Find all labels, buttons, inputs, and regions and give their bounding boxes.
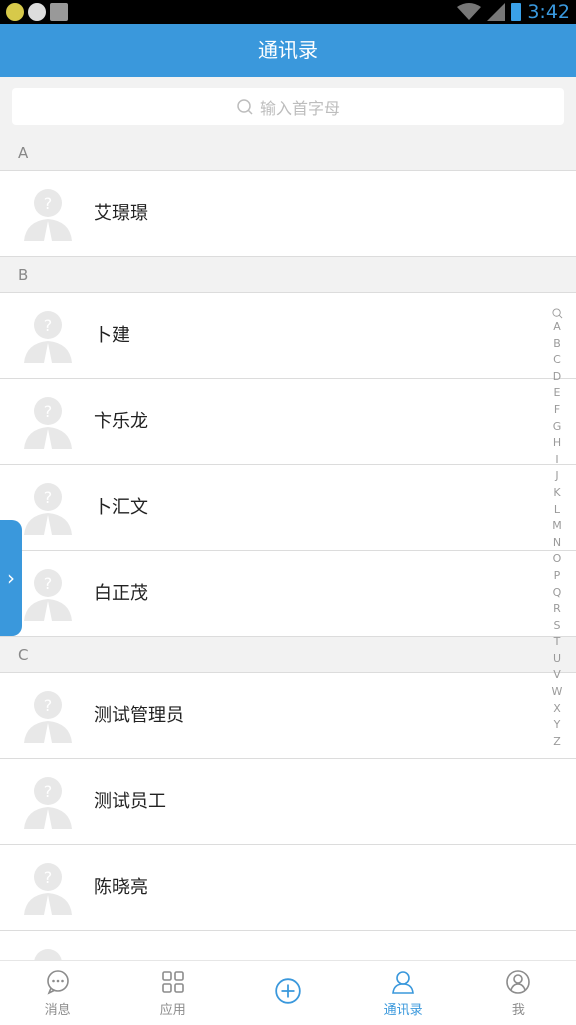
section-header-a: A [0, 135, 576, 171]
index-letter[interactable]: U [553, 651, 561, 668]
tab-label: 我 [511, 1002, 525, 1018]
contact-name: 艾璟璟 [94, 203, 148, 224]
contact-name: 卜建 [94, 325, 130, 346]
tab-label: 通讯录 [383, 1002, 423, 1018]
contact-row[interactable]: ? 陈晓亮 [0, 845, 576, 931]
contact-row[interactable]: ? 测试管理员 [0, 673, 576, 759]
bottom-tab-bar: 消息 应用 通讯录 我 [0, 960, 576, 1025]
index-search-icon[interactable] [551, 308, 563, 319]
wifi-icon [457, 3, 482, 20]
default-avatar-icon: ? [24, 777, 72, 829]
index-letter[interactable]: G [553, 419, 562, 436]
index-letter[interactable]: X [553, 701, 561, 718]
default-avatar-icon: ? [24, 397, 72, 449]
contact-row[interactable]: ? 测试员工 [0, 759, 576, 845]
index-letter[interactable]: F [554, 402, 560, 419]
contact-row[interactable]: ? 卜汇文 [0, 465, 576, 551]
svg-text:?: ? [44, 402, 53, 421]
section-header-c: C [0, 637, 576, 673]
contact-list: A ? 艾璟璟 B ? 卜建 ? 卞乐龙 ? 卜汇文 ? 白正茂 C ? 测试管… [0, 135, 576, 1017]
side-drawer-handle[interactable]: › [0, 520, 22, 636]
index-letter[interactable]: H [553, 435, 561, 452]
default-avatar-icon: ? [24, 483, 72, 535]
index-letter[interactable]: Q [553, 585, 562, 602]
index-letter[interactable]: M [552, 518, 562, 535]
status-bar: 3:42 [0, 0, 576, 24]
contact-row[interactable]: ? 艾璟璟 [0, 171, 576, 257]
page-title: 通讯录 [0, 24, 576, 77]
search-area: 输入首字母 [0, 77, 576, 135]
svg-text:?: ? [44, 868, 53, 887]
default-avatar-icon: ? [24, 569, 72, 621]
clock: 3:42 [527, 1, 570, 23]
index-letter[interactable]: N [553, 535, 561, 552]
contacts-icon [392, 970, 415, 994]
plus-circle-icon [275, 978, 301, 1004]
index-letter[interactable]: P [554, 568, 561, 585]
svg-text:?: ? [44, 194, 53, 213]
index-letter[interactable]: V [553, 667, 561, 684]
contact-name: 卜汇文 [94, 497, 148, 518]
contact-name: 陈晓亮 [94, 877, 148, 898]
tab-label: 消息 [44, 1002, 71, 1018]
contact-name: 测试员工 [94, 791, 166, 812]
app-notification-icon [28, 3, 46, 21]
index-letter[interactable]: O [553, 551, 562, 568]
svg-text:?: ? [44, 488, 53, 507]
index-letter[interactable]: T [554, 634, 561, 651]
chevron-right-icon: › [7, 566, 15, 590]
notification-icon [6, 3, 24, 21]
profile-icon [506, 969, 531, 994]
index-letter[interactable]: R [553, 601, 561, 618]
index-letter[interactable]: S [554, 618, 561, 635]
svg-text:?: ? [44, 574, 53, 593]
index-letter[interactable]: J [555, 468, 558, 485]
tab-messages[interactable]: 消息 [0, 969, 115, 1018]
index-letter[interactable]: Z [553, 734, 561, 751]
index-letter[interactable]: W [552, 684, 563, 701]
contact-name: 卞乐龙 [94, 411, 148, 432]
section-header-b: B [0, 257, 576, 293]
contact-row[interactable]: ? 卜建 [0, 293, 576, 379]
default-avatar-icon: ? [24, 189, 72, 241]
apps-grid-icon [161, 970, 184, 993]
index-letter[interactable]: A [553, 319, 561, 336]
svg-text:?: ? [44, 316, 53, 335]
tab-label: 应用 [159, 1002, 186, 1018]
contact-row[interactable]: ? 白正茂 [0, 551, 576, 637]
tab-me[interactable]: 我 [461, 969, 576, 1018]
image-notification-icon [50, 3, 68, 21]
alphabet-index[interactable]: A B C D E F G H I J K L M N O P Q R S T … [550, 308, 564, 750]
contact-name: 测试管理员 [94, 705, 184, 726]
battery-icon [511, 3, 522, 21]
search-input[interactable]: 输入首字母 [12, 88, 564, 125]
search-icon [237, 98, 253, 115]
add-button[interactable] [230, 978, 345, 1008]
default-avatar-icon: ? [24, 691, 72, 743]
tab-contacts[interactable]: 通讯录 [346, 969, 461, 1018]
index-letter[interactable]: L [554, 502, 560, 519]
tab-apps[interactable]: 应用 [115, 969, 230, 1018]
index-letter[interactable]: K [553, 485, 560, 502]
signal-icon [487, 3, 506, 21]
search-placeholder: 输入首字母 [259, 98, 340, 118]
index-letter[interactable]: Y [554, 717, 561, 734]
message-icon [46, 969, 69, 995]
default-avatar-icon: ? [24, 863, 72, 915]
index-letter[interactable]: B [553, 336, 561, 353]
index-letter[interactable]: E [554, 385, 561, 402]
default-avatar-icon: ? [24, 311, 72, 363]
svg-text:?: ? [44, 782, 53, 801]
index-letter[interactable]: C [553, 352, 561, 369]
index-letter[interactable]: I [555, 452, 558, 469]
svg-text:?: ? [44, 696, 53, 715]
index-letter[interactable]: D [553, 369, 561, 386]
contact-name: 白正茂 [94, 583, 148, 604]
contact-row[interactable]: ? 卞乐龙 [0, 379, 576, 465]
